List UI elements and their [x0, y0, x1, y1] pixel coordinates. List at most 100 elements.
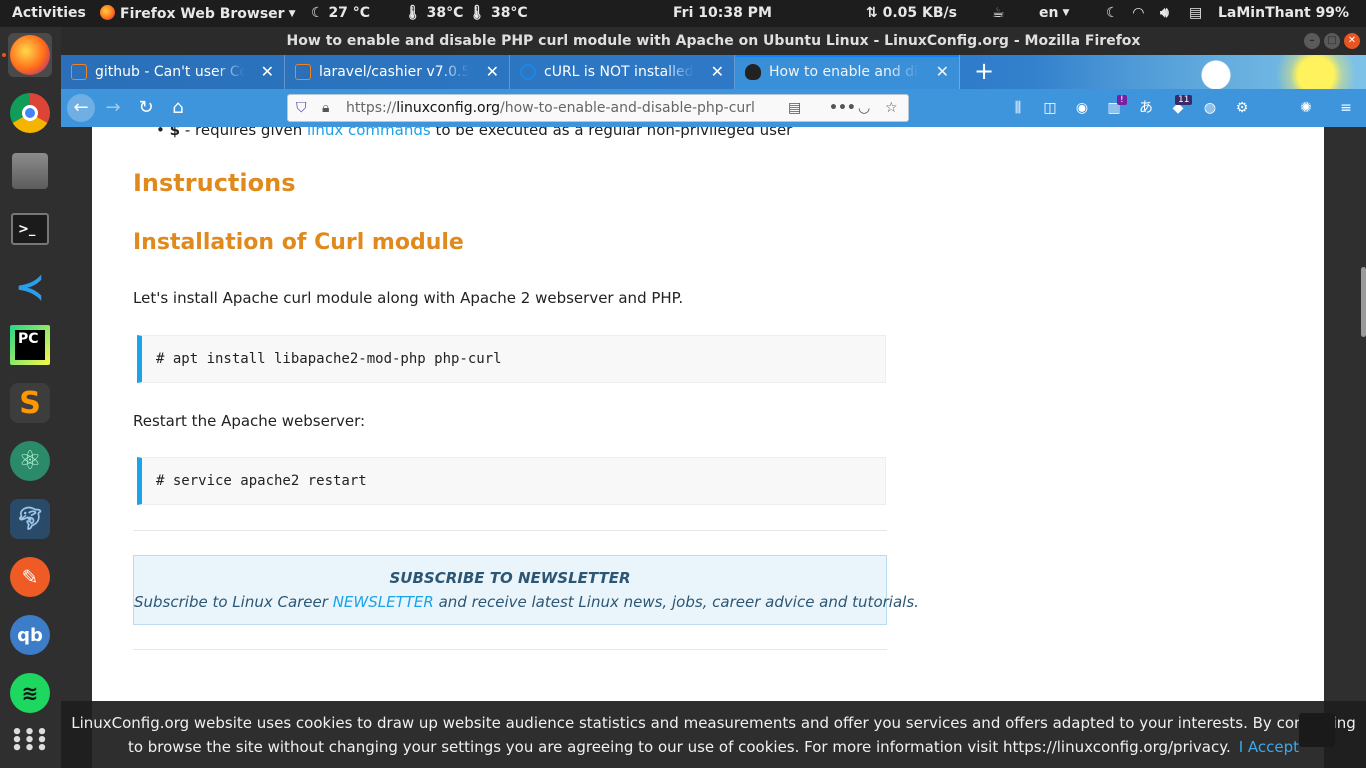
sidebar-icon[interactable]: ◫: [1041, 99, 1059, 117]
dock-terminal[interactable]: >_: [8, 207, 52, 251]
cookie-text: to browse the site without changing your…: [127, 738, 1231, 756]
account-icon[interactable]: ◉: [1073, 99, 1091, 117]
tab-label: github - Can't user Comp: [95, 64, 245, 80]
activities-button[interactable]: Activities: [12, 5, 86, 22]
back-button[interactable]: ←: [67, 94, 95, 122]
dock-pycharm[interactable]: PC: [8, 323, 52, 367]
dock-sublime[interactable]: S: [8, 381, 52, 425]
code-block-restart[interactable]: # service apache2 restart: [137, 457, 886, 505]
keyboard-layout[interactable]: en ▼: [1039, 5, 1069, 22]
temp-value-1: 38°C: [426, 5, 464, 21]
shield-icon[interactable]: ⛉: [296, 100, 307, 116]
extension-icon[interactable]: ⚙: [1233, 99, 1251, 117]
reload-button[interactable]: ↻: [132, 94, 160, 122]
accept-cookies-button[interactable]: I Accept: [1239, 738, 1299, 756]
wifi-icon[interactable]: ◠: [1133, 5, 1144, 22]
newsletter-link[interactable]: NEWSLETTER: [333, 593, 434, 611]
dock-firefox[interactable]: [8, 33, 52, 77]
window-title-bar[interactable]: How to enable and disable PHP curl modul…: [61, 27, 1366, 55]
reader-view-icon[interactable]: ▤: [788, 100, 801, 116]
tab-github[interactable]: github - Can't user Comp ✕: [61, 55, 285, 89]
dock-mysql-workbench[interactable]: 🐬︎: [8, 497, 52, 541]
net-speed-indicator[interactable]: ⇅ 0.05 KB/s: [866, 5, 957, 22]
close-tab-icon[interactable]: ✕: [936, 55, 949, 89]
tab-curl-not-installed[interactable]: cURL is NOT installed in ✕: [510, 55, 735, 89]
clock[interactable]: Fri 10:38 PM: [673, 5, 772, 22]
chrome-center: [22, 105, 38, 121]
weather-indicator[interactable]: ☾ 27 °C: [311, 5, 370, 22]
stackoverflow-icon: [295, 64, 311, 80]
running-indicator: [2, 53, 6, 57]
dock-atom[interactable]: ⚛: [8, 439, 52, 483]
pocket-icon[interactable]: ◡: [858, 100, 870, 116]
penguin-icon: [745, 64, 761, 80]
atom-icon: ⚛: [10, 441, 50, 481]
gnome-top-bar: Activities Firefox Web Browser ▼ ☾ 27 °C …: [0, 0, 1366, 27]
intro-paragraph: Let's install Apache curl module along w…: [133, 289, 684, 307]
heading-instructions: Instructions: [133, 169, 296, 197]
dock-qbittorrent[interactable]: qb: [8, 613, 52, 657]
linux-commands-link[interactable]: linux commands: [307, 127, 431, 139]
tab-label: laravel/cashier v7.0.5 re: [319, 64, 469, 80]
tab-label: cURL is NOT installed in: [544, 64, 694, 80]
article-content: • $ - requires given linux commands to b…: [92, 127, 1324, 768]
close-tab-icon[interactable]: ✕: [261, 55, 274, 89]
library-icon[interactable]: ⫼: [1009, 99, 1027, 117]
bookmark-star-icon[interactable]: ☆: [885, 100, 898, 116]
page-scrollbar[interactable]: [1361, 267, 1366, 337]
tab-how-to-enable[interactable]: How to enable and disab ✕: [735, 55, 960, 89]
user-battery[interactable]: LaMinThant 99%: [1218, 5, 1349, 22]
temp-indicator[interactable]: 🌡︎ 38°C 🌡︎ 38°C: [404, 5, 528, 22]
volume-icon[interactable]: 🔊︎: [1160, 5, 1169, 22]
dock-postman[interactable]: ✎: [8, 555, 52, 599]
hamburger-menu-icon[interactable]: ≡: [1337, 99, 1355, 117]
url-bar[interactable]: ⛉ 🔒︎ https://linuxconfig.org/how-to-enab…: [287, 94, 909, 122]
spotify-icon: ≋: [10, 673, 50, 713]
cookie-banner: LinuxConfig.org website uses cookies to …: [61, 701, 1366, 768]
thermometer-icon: 🌡︎: [404, 5, 422, 21]
dock-show-apps[interactable]: ••• ••• •••: [8, 719, 52, 763]
file-cabinet-icon: [12, 153, 48, 189]
url-text[interactable]: https://linuxconfig.org/how-to-enable-an…: [346, 100, 754, 116]
dock-vscode[interactable]: ≺: [8, 265, 52, 309]
new-tab-button[interactable]: +: [967, 55, 1001, 89]
tab-strip: github - Can't user Comp ✕ laravel/cashi…: [61, 55, 1366, 89]
dock-spotify[interactable]: ≋: [8, 671, 52, 715]
globe-icon[interactable]: ◍: [1201, 99, 1219, 117]
home-button[interactable]: ⌂: [164, 94, 192, 122]
pycharm-icon: PC: [10, 325, 50, 365]
extension-icon[interactable]: ✺: [1297, 99, 1315, 117]
chrome-icon: [10, 93, 50, 133]
temp-value-2: 38°C: [490, 5, 528, 21]
chevron-down-icon: ▼: [288, 9, 296, 19]
clipboard-icon[interactable]: ▤: [1189, 5, 1202, 22]
coffee-icon[interactable]: ☕︎: [992, 5, 1005, 22]
dock-chrome[interactable]: [8, 91, 52, 135]
minimize-button[interactable]: –: [1304, 33, 1320, 49]
lock-icon[interactable]: 🔒︎: [322, 100, 329, 116]
cookie-text-line-1: LinuxConfig.org website uses cookies to …: [71, 714, 1356, 732]
pycharm-badge: PC: [15, 330, 45, 360]
code-block-install[interactable]: # apt install libapache2-mod-php php-cur…: [137, 335, 886, 383]
translate-icon[interactable]: あ: [1137, 99, 1155, 117]
extension-badge: !: [1117, 95, 1127, 105]
night-light-icon[interactable]: ☾: [1106, 5, 1119, 22]
close-tab-icon[interactable]: ✕: [711, 55, 724, 89]
close-tab-icon[interactable]: ✕: [486, 55, 499, 89]
url-path: /how-to-enable-and-disable-php-curl-m: [500, 100, 754, 116]
divider: [133, 530, 887, 531]
page-actions-icon[interactable]: •••: [829, 100, 856, 116]
newsletter-text: and receive latest Linux news, jobs, car…: [433, 593, 919, 611]
url-scheme: https://: [346, 100, 397, 116]
newsletter-text: Subscribe to Linux Career: [134, 593, 333, 611]
app-menu[interactable]: Firefox Web Browser ▼: [100, 5, 296, 23]
firefox-icon: [100, 5, 115, 20]
tab-laravel-cashier[interactable]: laravel/cashier v7.0.5 re ✕: [285, 55, 510, 89]
weather-temp: 27 °C: [328, 5, 371, 21]
scroll-to-top-button[interactable]: [1299, 713, 1335, 747]
close-window-button[interactable]: ✕: [1344, 33, 1360, 49]
forward-button[interactable]: →: [99, 94, 127, 122]
dock-files[interactable]: [8, 149, 52, 193]
grid-icon: ••• ••• •••: [11, 722, 49, 759]
maximize-button[interactable]: □: [1324, 33, 1340, 49]
